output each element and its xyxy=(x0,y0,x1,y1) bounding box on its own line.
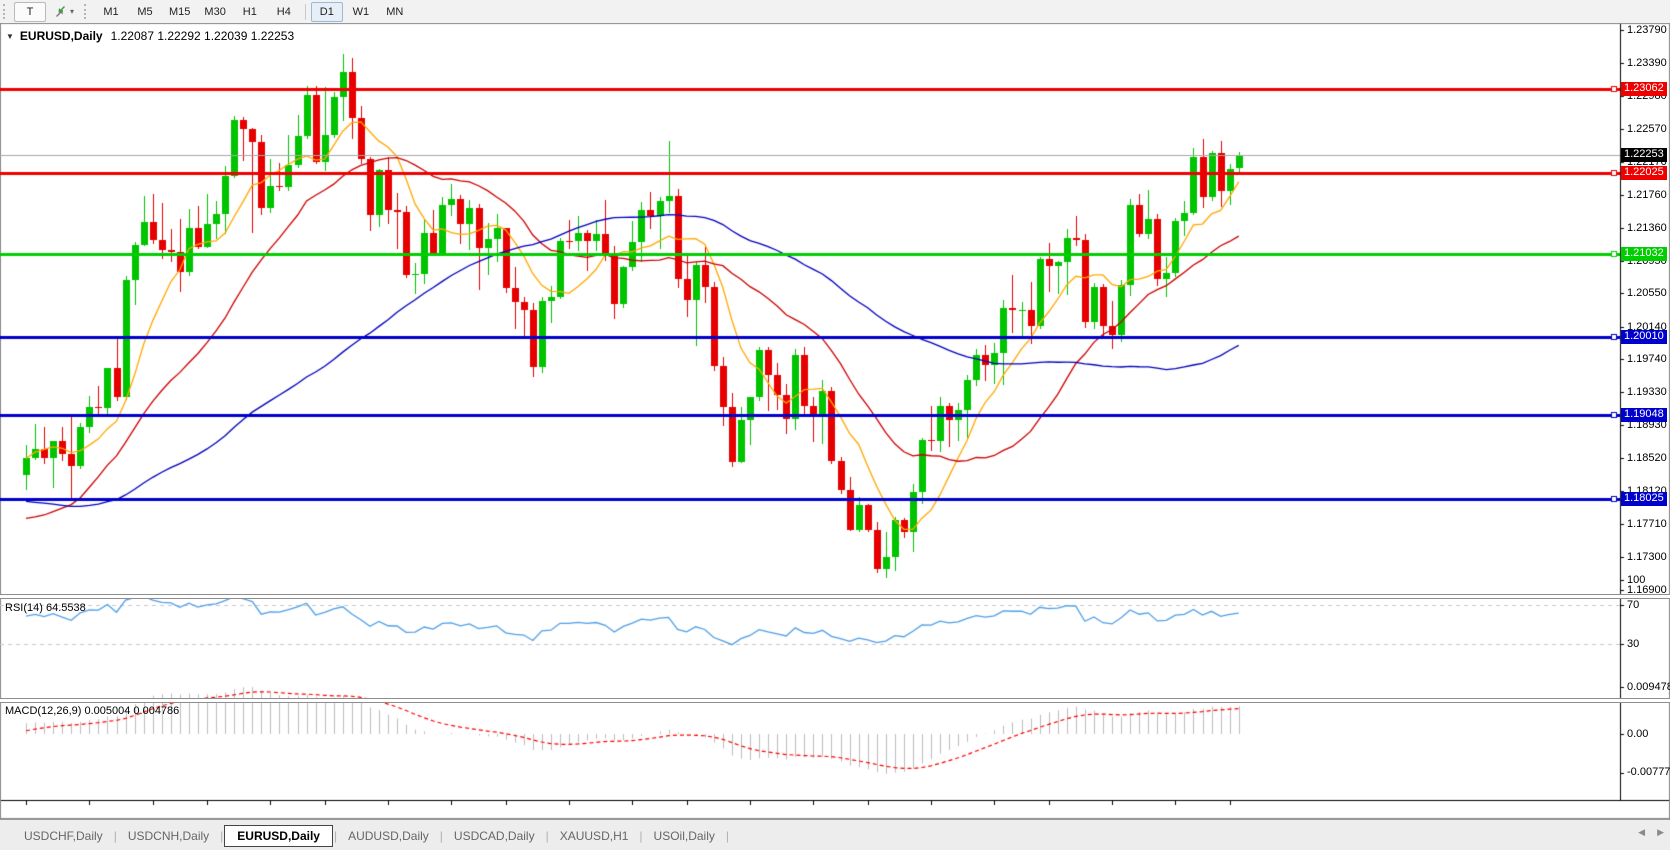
rsi-axis-tick: 70 xyxy=(1627,599,1639,611)
toolbar-grip[interactable] xyxy=(3,4,9,19)
tab-separator: | xyxy=(220,829,223,843)
chart-symbol-label: EURUSD,Daily xyxy=(20,29,103,43)
tab-usdcad-daily[interactable]: USDCAD,Daily xyxy=(444,826,545,846)
tab-separator: | xyxy=(546,829,549,843)
timeframe-button-h1[interactable]: H1 xyxy=(234,2,266,22)
cursor-tool-button[interactable]: ▾ xyxy=(48,2,80,22)
tab-scroll-right-icon[interactable]: ▶ xyxy=(1657,827,1664,838)
dropdown-caret-icon: ▾ xyxy=(70,7,74,16)
bottom-tab-bar: USDCHF,Daily|USDCNH,Daily|EURUSD,Daily|A… xyxy=(0,819,1670,850)
price-axis-tick: 1.22570 xyxy=(1627,123,1667,135)
price-axis-tick: 1.19740 xyxy=(1627,353,1667,365)
timeframe-button-m1[interactable]: M1 xyxy=(95,2,127,22)
macd-axis-tick: 0.00 xyxy=(1627,728,1648,740)
chart-menu-icon[interactable]: ▼ xyxy=(6,32,14,41)
tab-separator: | xyxy=(440,829,443,843)
tab-audusd-daily[interactable]: AUDUSD,Daily xyxy=(338,826,439,846)
price-axis-tick: 1.17300 xyxy=(1627,551,1667,563)
price-line-label[interactable]: 1.18025 xyxy=(1621,492,1667,506)
current-price-label: 1.22253 xyxy=(1621,148,1667,162)
price-line-label[interactable]: 1.23062 xyxy=(1621,82,1667,96)
terminal-window: T ▾ M1M5M15M30H1H4 D1W1MN ▼ EURUSD,Daily … xyxy=(0,0,1670,850)
tab-eurusd-daily[interactable]: EURUSD,Daily xyxy=(224,825,333,847)
tab-separator: | xyxy=(114,829,117,843)
toolbar-separator xyxy=(305,4,306,20)
rsi-axis-tick: 100 xyxy=(1627,574,1645,586)
price-line-label[interactable]: 1.19048 xyxy=(1621,408,1667,422)
rsi-axis-tick: 30 xyxy=(1627,638,1639,650)
timeframe-button-d1[interactable]: D1 xyxy=(311,2,343,22)
chart-title: ▼ EURUSD,Daily 1.22087 1.22292 1.22039 1… xyxy=(6,29,294,43)
symbol-tab-strip: USDCHF,Daily|USDCNH,Daily|EURUSD,Daily|A… xyxy=(14,820,730,850)
macd-indicator-label: MACD(12,26,9) 0.005004 0.004786 xyxy=(5,705,179,717)
tab-scroll-arrows: ◀ ▶ xyxy=(1638,827,1664,838)
tab-usdchf-daily[interactable]: USDCHF,Daily xyxy=(14,826,113,846)
price-axis-tick: 1.23390 xyxy=(1627,57,1667,69)
price-axis-tick: 1.17710 xyxy=(1627,518,1667,530)
tab-separator: | xyxy=(639,829,642,843)
rsi-indicator-label: RSI(14) 64.5538 xyxy=(5,602,86,614)
tab-scroll-left-icon[interactable]: ◀ xyxy=(1638,827,1645,838)
macd-axis-tick: -0.007778 xyxy=(1627,766,1670,778)
tab-usdcnh-daily[interactable]: USDCNH,Daily xyxy=(118,826,219,846)
macd-axis-tick: 0.009478 xyxy=(1627,681,1670,693)
price-axis-tick: 1.18520 xyxy=(1627,452,1667,464)
price-line-label[interactable]: 1.22025 xyxy=(1621,166,1667,180)
timeframe-button-h4[interactable]: H4 xyxy=(268,2,300,22)
price-line-label[interactable]: 1.21032 xyxy=(1621,247,1667,261)
timeframe-button-m5[interactable]: M5 xyxy=(129,2,161,22)
top-toolbar: T ▾ M1M5M15M30H1H4 D1W1MN xyxy=(0,0,1670,24)
timeframe-button-w1[interactable]: W1 xyxy=(345,2,377,22)
chart-window: ▼ EURUSD,Daily 1.22087 1.22292 1.22039 1… xyxy=(0,23,1670,819)
price-axis-tick: 1.23790 xyxy=(1627,24,1667,36)
chart-ohlc-values: 1.22087 1.22292 1.22039 1.22253 xyxy=(111,29,295,43)
timeframe-button-m30[interactable]: M30 xyxy=(198,2,231,22)
price-axis-tick: 1.21360 xyxy=(1627,222,1667,234)
timeframe-button-m15[interactable]: M15 xyxy=(163,2,196,22)
rsi-pane-divider[interactable] xyxy=(0,594,1670,599)
price-axis-tick: 1.21760 xyxy=(1627,189,1667,201)
tab-usoil-daily[interactable]: USOil,Daily xyxy=(644,826,725,846)
price-axis-tick: 1.19330 xyxy=(1627,386,1667,398)
price-axis-tick: 1.20550 xyxy=(1627,287,1667,299)
text-tool-button[interactable]: T xyxy=(14,2,46,22)
macd-pane-divider[interactable] xyxy=(0,698,1670,703)
price-line-label[interactable]: 1.20010 xyxy=(1621,330,1667,344)
tab-xauusd-h1[interactable]: XAUUSD,H1 xyxy=(550,826,639,846)
timeframe-group: M1M5M15M30H1H4 D1W1MN xyxy=(94,2,412,22)
tab-separator: | xyxy=(726,829,729,843)
timeframe-button-mn[interactable]: MN xyxy=(379,2,411,22)
toolbar-grip[interactable] xyxy=(84,4,90,19)
tab-separator: | xyxy=(334,829,337,843)
cursor-arrows-icon xyxy=(54,5,67,18)
